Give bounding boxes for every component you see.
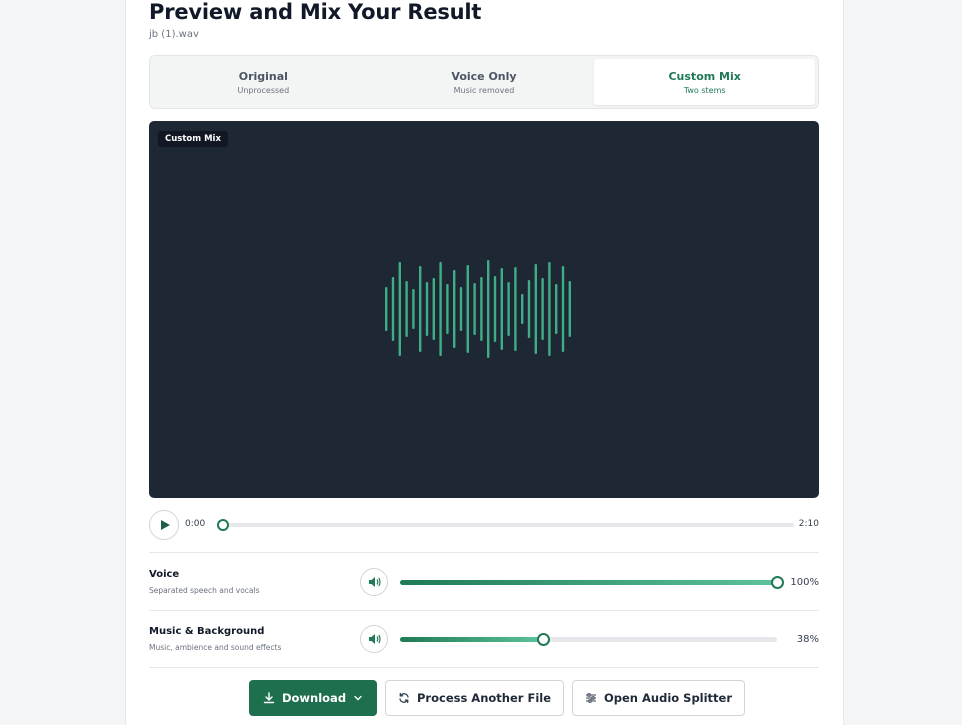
waveform-bar bbox=[555, 284, 558, 334]
music-volume-fill bbox=[400, 637, 544, 642]
waveform-bar bbox=[432, 278, 435, 340]
waveform-bar bbox=[425, 282, 429, 336]
speaker-icon bbox=[368, 634, 381, 644]
file-name: jb (1).wav bbox=[149, 29, 199, 40]
music-volume-slider[interactable] bbox=[400, 633, 777, 646]
music-volume-thumb[interactable] bbox=[537, 633, 551, 646]
music-volume-value: 38% bbox=[796, 634, 819, 645]
mode-badge: Custom Mix bbox=[158, 131, 228, 147]
waveform-bar bbox=[493, 276, 497, 342]
voice-label: Voice bbox=[149, 569, 180, 580]
tab-sublabel: Unprocessed bbox=[237, 85, 290, 95]
waveform-bar bbox=[446, 284, 449, 334]
tab-custom-mix[interactable]: Custom Mix Two stems bbox=[594, 59, 816, 105]
waveform-bar bbox=[419, 266, 422, 352]
waveform-bar bbox=[514, 267, 517, 351]
voice-volume-value: 100% bbox=[790, 577, 819, 588]
sliders-icon bbox=[586, 693, 596, 703]
waveform-bar bbox=[541, 278, 544, 340]
divider bbox=[149, 667, 819, 668]
waveform-bar bbox=[507, 282, 510, 336]
waveform-bar bbox=[534, 264, 537, 354]
voice-description: Separated speech and vocals bbox=[149, 586, 260, 595]
waveform-player[interactable]: Custom Mix bbox=[149, 121, 819, 498]
action-buttons: Download Process Another File Open Audio… bbox=[249, 680, 746, 716]
play-button[interactable] bbox=[149, 510, 179, 540]
music-label: Music & Background bbox=[149, 626, 265, 637]
waveform-bar bbox=[459, 287, 463, 331]
waveform-bar bbox=[412, 289, 415, 329]
duration: 2:10 bbox=[798, 519, 819, 529]
voice-volume-slider[interactable] bbox=[400, 576, 784, 589]
download-button[interactable]: Download bbox=[249, 680, 377, 716]
download-label: Download bbox=[281, 691, 347, 705]
divider bbox=[149, 610, 819, 611]
waveform-bar bbox=[487, 260, 490, 358]
waveform-bar bbox=[527, 280, 531, 338]
chevron-down-icon bbox=[354, 695, 362, 701]
seek-slider[interactable] bbox=[217, 519, 794, 531]
page-title: Preview and Mix Your Result bbox=[149, 0, 482, 24]
waveform-bar bbox=[568, 281, 571, 337]
voice-mute-button[interactable] bbox=[360, 568, 388, 596]
waveform-bar bbox=[500, 268, 503, 350]
open-splitter-button[interactable]: Open Audio Splitter bbox=[572, 680, 746, 716]
seek-thumb[interactable] bbox=[217, 519, 229, 531]
tab-sublabel: Music removed bbox=[453, 85, 515, 95]
mode-tabs: Original Unprocessed Voice Only Music re… bbox=[149, 55, 819, 109]
current-time: 0:00 bbox=[185, 519, 206, 529]
waveform-bar bbox=[473, 283, 476, 335]
waveform-bar bbox=[385, 287, 388, 331]
speaker-icon bbox=[368, 577, 381, 587]
waveform-bar bbox=[548, 262, 551, 356]
music-mix-row: Music & Background Music, ambience and s… bbox=[149, 621, 819, 677]
music-mute-button[interactable] bbox=[360, 625, 388, 653]
process-another-button[interactable]: Process Another File bbox=[385, 680, 564, 716]
voice-volume-fill bbox=[400, 580, 777, 585]
tab-label: Custom Mix bbox=[668, 69, 741, 83]
waveform-bar bbox=[439, 262, 442, 356]
process-another-label: Process Another File bbox=[417, 691, 551, 705]
tab-label: Original bbox=[238, 69, 288, 83]
tab-sublabel: Two stems bbox=[683, 85, 726, 95]
voice-mix-row: Voice Separated speech and vocals 100% bbox=[149, 564, 819, 620]
open-splitter-label: Open Audio Splitter bbox=[604, 691, 733, 705]
playback-bar: 0:00 2:10 bbox=[149, 510, 819, 540]
waveform-bar bbox=[391, 277, 395, 341]
tab-original[interactable]: Original Unprocessed bbox=[153, 59, 374, 105]
waveform-bar bbox=[405, 281, 408, 337]
waveform-bar bbox=[521, 294, 524, 324]
tab-voice-only[interactable]: Voice Only Music removed bbox=[374, 59, 595, 105]
waveform-bar bbox=[466, 265, 469, 353]
waveform-visualization bbox=[385, 260, 571, 358]
waveform-bar bbox=[561, 266, 565, 352]
download-icon bbox=[263, 692, 275, 704]
divider bbox=[149, 552, 819, 553]
refresh-icon bbox=[399, 692, 409, 704]
play-icon bbox=[160, 520, 170, 530]
waveform-bar bbox=[480, 277, 483, 341]
tab-label: Voice Only bbox=[451, 69, 517, 83]
waveform-bar bbox=[453, 270, 456, 348]
voice-volume-thumb[interactable] bbox=[771, 576, 784, 589]
music-description: Music, ambience and sound effects bbox=[149, 643, 282, 652]
waveform-bar bbox=[398, 262, 401, 356]
